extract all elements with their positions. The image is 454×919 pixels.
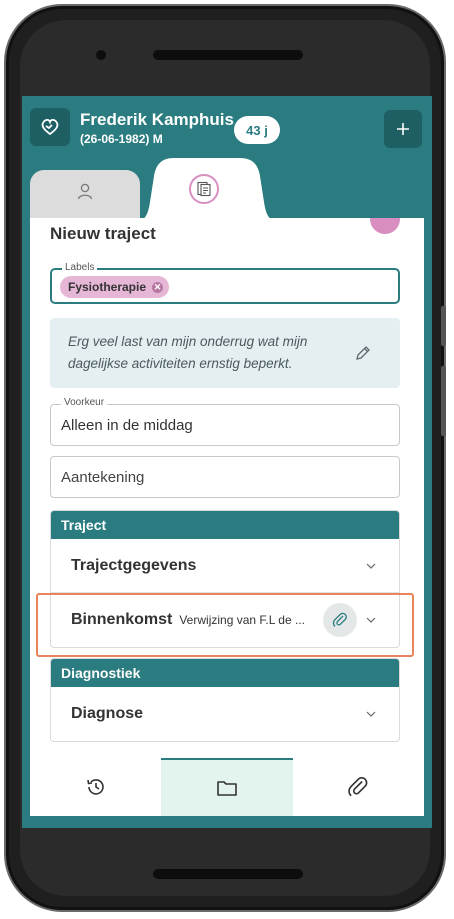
- dossier-icon: [197, 181, 211, 197]
- handshake-logo-icon: [41, 118, 59, 136]
- top-speaker: [153, 50, 303, 60]
- pencil-icon: [356, 346, 370, 360]
- row-title: Diagnose: [71, 705, 144, 722]
- add-button[interactable]: [384, 110, 422, 148]
- bottom-speaker: [153, 869, 303, 879]
- paperclip-icon: [348, 777, 368, 797]
- nav-history[interactable]: [30, 758, 161, 816]
- row-diagnose[interactable]: Diagnose: [51, 687, 399, 741]
- patient-name: Frederik Kamphuis: [80, 110, 234, 129]
- traject-panel-header: Traject: [51, 511, 399, 539]
- chip-remove-icon[interactable]: ✕: [152, 281, 164, 293]
- volume-button: [441, 306, 446, 346]
- preference-field[interactable]: Voorkeur Alleen in de middag: [50, 397, 400, 446]
- label-chip-text: Fysiotherapie: [68, 280, 147, 294]
- highlight-annotation: [36, 593, 414, 657]
- traject-content: Nieuw traject Labels Fysiotherapie ✕ Erg…: [30, 218, 424, 758]
- section-title: Nieuw traject: [50, 224, 156, 243]
- app-screen: Frederik Kamphuis (26-06-1982) M 43 j Ni…: [22, 96, 432, 828]
- power-button: [441, 366, 446, 436]
- history-icon: [86, 779, 104, 795]
- folder-icon: [217, 781, 237, 796]
- patient-dob-gender: (26-06-1982) M: [80, 132, 163, 146]
- label-chip[interactable]: Fysiotherapie ✕: [60, 276, 170, 298]
- bottom-navigation: [30, 758, 424, 816]
- note-placeholder: Aantekening: [61, 469, 145, 486]
- row-trajectgegevens[interactable]: Trajectgegevens: [51, 539, 399, 593]
- chevron-down-icon[interactable]: [365, 708, 377, 720]
- preference-legend: Voorkeur: [61, 397, 108, 408]
- row-title: Trajectgegevens: [71, 556, 197, 574]
- labels-field[interactable]: Labels Fysiotherapie ✕: [50, 262, 400, 304]
- person-icon: [77, 183, 93, 200]
- edit-button[interactable]: [352, 342, 374, 364]
- age-badge: 43 j: [234, 116, 280, 144]
- front-camera: [96, 50, 106, 60]
- diagnostiek-panel-header: Diagnostiek: [51, 659, 399, 687]
- dossier-tab-icon-wrap: [189, 174, 219, 204]
- complaint-note-text: Erg veel last van mijn onderrug wat mijn…: [68, 334, 308, 371]
- diagnostiek-panel: Diagnostiek Diagnose: [50, 658, 400, 742]
- plus-icon: [397, 123, 409, 135]
- preference-value: Alleen in de middag: [61, 417, 193, 434]
- complaint-note: Erg veel last van mijn onderrug wat mijn…: [50, 318, 400, 388]
- patient-header: Frederik Kamphuis (26-06-1982) M 43 j: [22, 96, 432, 166]
- note-field[interactable]: Aantekening: [50, 456, 400, 498]
- pink-action-button[interactable]: [370, 218, 400, 234]
- nav-folder[interactable]: [161, 758, 293, 816]
- labels-legend: Labels: [62, 262, 98, 273]
- nav-attachments[interactable]: [293, 758, 424, 816]
- app-logo-button[interactable]: [30, 108, 70, 146]
- chevron-down-icon[interactable]: [365, 560, 377, 572]
